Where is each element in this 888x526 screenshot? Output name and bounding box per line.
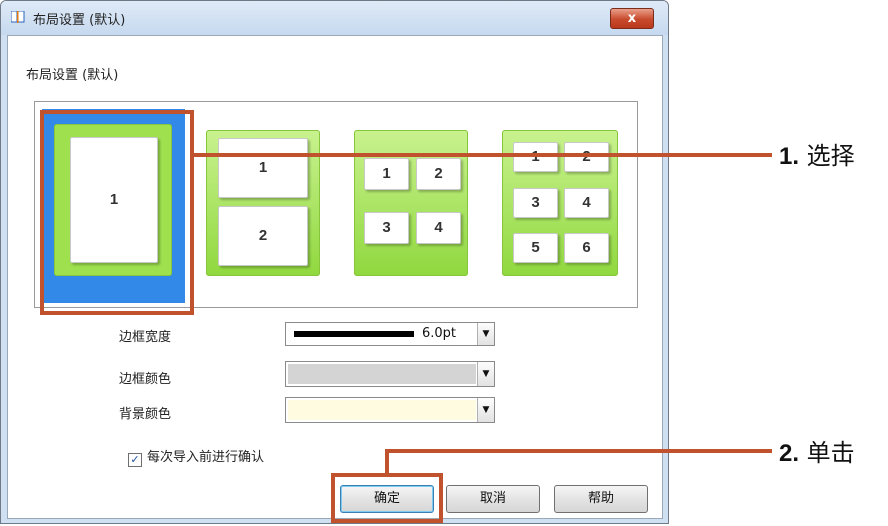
line-width-sample <box>294 331 414 337</box>
confirm-before-import-row[interactable]: ✓ 每次导入前进行确认 <box>128 446 264 467</box>
callout-step-2: 2. 单击 <box>779 433 855 468</box>
window-title: 布局设置 (默认) <box>33 13 126 28</box>
group-label: 布局设置 (默认) <box>26 68 119 83</box>
callout-leader-line <box>385 449 772 453</box>
background-color-swatch <box>288 400 476 420</box>
help-button[interactable]: 帮助 <box>554 485 648 513</box>
page-thumb: 2 <box>416 158 461 190</box>
callout-text: 单击 <box>806 439 855 467</box>
page-thumb: 1 <box>364 158 409 190</box>
dropdown-arrow-icon[interactable]: ▼ <box>477 323 494 345</box>
callout-text: 选择 <box>806 142 855 170</box>
cancel-button[interactable]: 取消 <box>446 485 540 513</box>
callout-number: 2. <box>779 440 800 467</box>
page-thumb: 3 <box>513 188 558 218</box>
close-button[interactable]: x <box>610 8 654 29</box>
callout-highlight-click <box>331 473 443 523</box>
confirm-before-import-label: 每次导入前进行确认 <box>147 450 265 465</box>
page-thumb: 1 <box>513 142 558 172</box>
page-thumb: 3 <box>364 212 409 244</box>
page-thumb: 2 <box>218 206 308 266</box>
background-color-select[interactable]: ▼ <box>285 397 495 423</box>
border-width-value: 6.0pt <box>422 326 457 341</box>
border-width-label: 边框宽度 <box>119 330 172 345</box>
callout-number: 1. <box>779 143 800 170</box>
page-thumb: 2 <box>564 142 609 172</box>
border-color-select[interactable]: ▼ <box>285 361 495 387</box>
page-thumb: 5 <box>513 233 558 263</box>
border-color-label: 边框颜色 <box>119 372 172 387</box>
page-thumb: 1 <box>218 138 308 198</box>
close-icon: x <box>627 11 637 26</box>
callout-highlight-select <box>40 110 194 315</box>
title-bar[interactable]: 布局设置 (默认) x <box>1 1 668 35</box>
checkmark-icon[interactable]: ✓ <box>128 453 142 467</box>
callout-leader-line <box>194 153 772 157</box>
border-color-swatch <box>288 364 476 384</box>
page-thumb: 6 <box>564 233 609 263</box>
page-thumb: 4 <box>416 212 461 244</box>
dropdown-arrow-icon[interactable]: ▼ <box>477 398 494 422</box>
background-color-label: 背景颜色 <box>119 407 172 422</box>
book-icon <box>11 11 25 23</box>
border-width-select[interactable]: 6.0pt ▼ <box>285 322 495 346</box>
page-thumb: 4 <box>564 188 609 218</box>
layout-thumbnail <box>354 130 468 276</box>
callout-step-1: 1. 选择 <box>779 136 855 171</box>
dropdown-arrow-icon[interactable]: ▼ <box>477 362 494 386</box>
